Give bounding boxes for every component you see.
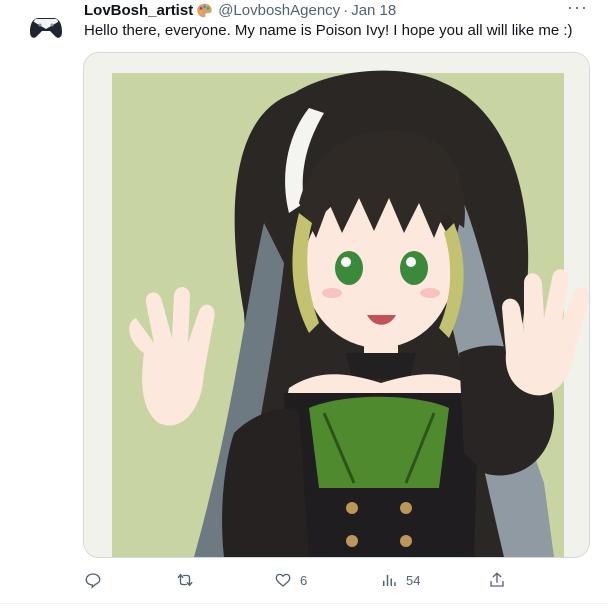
share-button[interactable] [488,568,514,592]
game-controller-icon [22,2,70,50]
share-icon [490,572,504,587]
avatar[interactable] [22,2,70,50]
retweet-button[interactable] [176,568,202,592]
tweet-date[interactable]: Jan 18 [351,2,396,19]
display-name[interactable]: LovBosh_artist [84,2,193,19]
separator-dot: · [343,1,349,19]
reply-icon [85,573,101,589]
retweet-icon [177,574,193,586]
views-count: 54 [406,572,421,588]
views-button[interactable]: 54 [380,568,420,592]
divider [0,603,608,604]
tweet-actions: 6 54 [84,568,504,592]
anime-girl-illustration [84,53,589,557]
user-handle[interactable]: @LovboshAgency [218,2,340,19]
reply-button[interactable] [84,568,110,592]
tweet-media[interactable] [83,52,590,558]
artist-palette-icon [197,3,212,17]
views-chart-icon [383,574,396,586]
like-button[interactable]: 6 [274,568,307,592]
like-count: 6 [300,572,308,588]
tweet-text: Hello there, everyone. My name is Poison… [84,22,573,39]
tweet-header: LovBosh_artist @LovboshAgency · Jan 18 [84,0,396,20]
heart-icon [275,573,291,587]
more-options-icon[interactable]: ··· [567,0,588,18]
tweet[interactable]: LovBosh_artist @LovboshAgency · Jan 18 ·… [0,0,608,613]
